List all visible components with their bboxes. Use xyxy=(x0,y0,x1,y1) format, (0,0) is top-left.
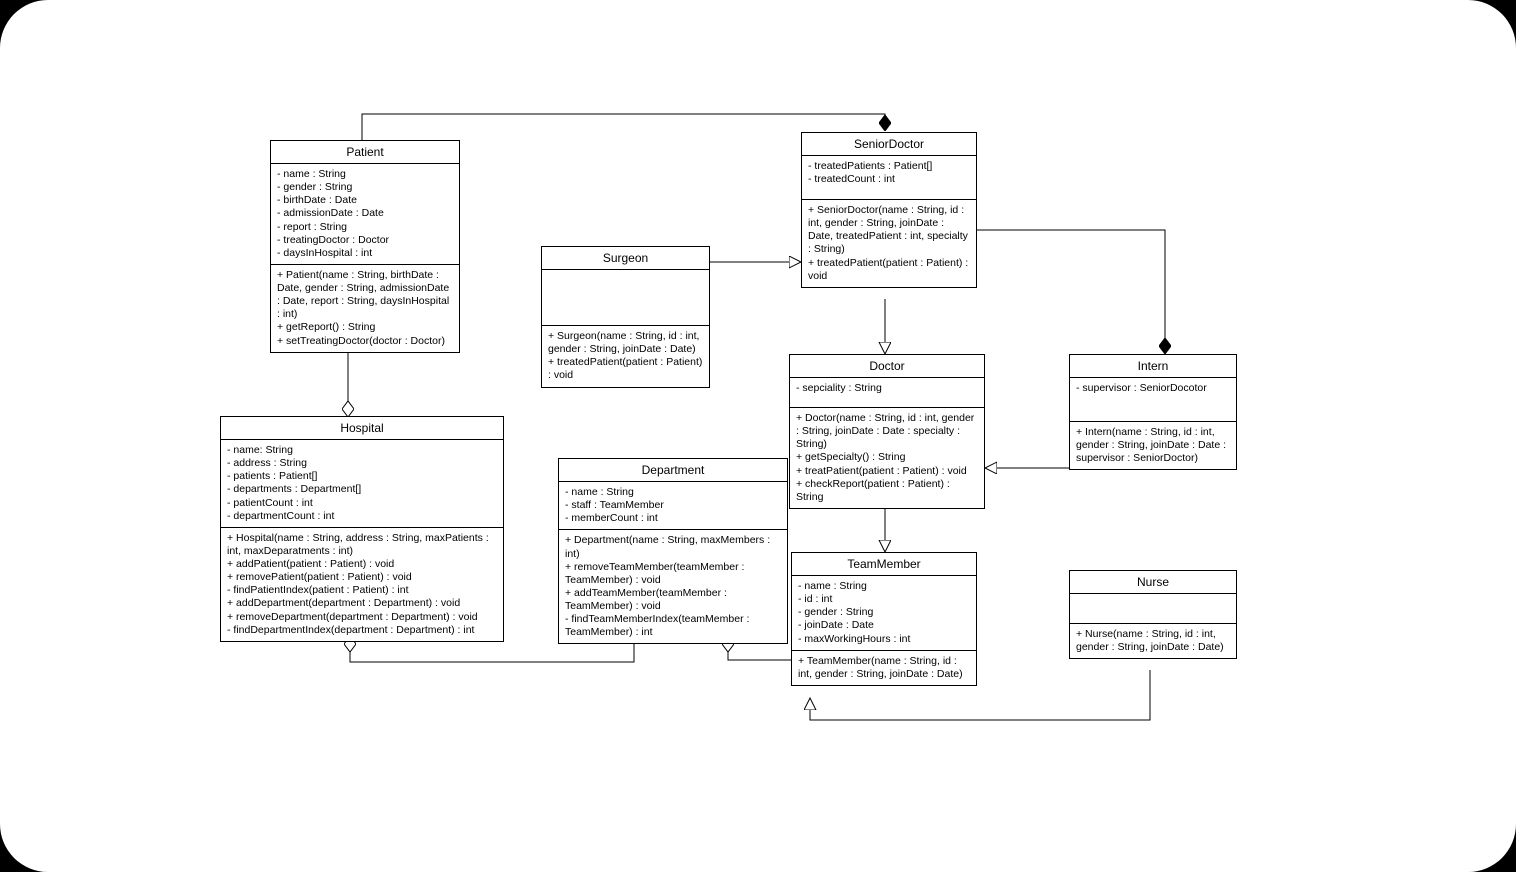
class-attrs: - treatedPatients : Patient[] - treatedC… xyxy=(802,156,976,200)
class-title: Nurse xyxy=(1070,571,1236,594)
class-intern[interactable]: Intern - supervisor : SeniorDocotor + In… xyxy=(1069,354,1237,470)
class-ops: + TeamMember(name : String, id : int, ge… xyxy=(792,651,976,685)
class-ops: + Department(name : String, maxMembers :… xyxy=(559,530,787,643)
class-attrs xyxy=(1070,594,1236,624)
class-title: Patient xyxy=(271,141,459,164)
class-title: Hospital xyxy=(221,417,503,440)
class-seniordoctor[interactable]: SeniorDoctor - treatedPatients : Patient… xyxy=(801,132,977,288)
class-hospital[interactable]: Hospital - name: String - address : Stri… xyxy=(220,416,504,642)
class-ops: + Surgeon(name : String, id : int, gende… xyxy=(542,326,709,387)
class-doctor[interactable]: Doctor - sepciality : String + Doctor(na… xyxy=(789,354,985,509)
diagram-canvas: Patient - name : String - gender : Strin… xyxy=(0,0,1516,872)
class-ops: + Doctor(name : String, id : int, gender… xyxy=(790,408,984,508)
class-ops: + Nurse(name : String, id : int, gender … xyxy=(1070,624,1236,658)
class-ops: + Intern(name : String, id : int, gender… xyxy=(1070,422,1236,469)
class-title: TeamMember xyxy=(792,553,976,576)
class-department[interactable]: Department - name : String - staff : Tea… xyxy=(558,458,788,644)
class-title: Department xyxy=(559,459,787,482)
class-title: Doctor xyxy=(790,355,984,378)
class-ops: + SeniorDoctor(name : String, id : int, … xyxy=(802,200,976,287)
class-teammember[interactable]: TeamMember - name : String - id : int - … xyxy=(791,552,977,686)
class-attrs xyxy=(542,270,709,326)
class-ops: + Patient(name : String, birthDate : Dat… xyxy=(271,265,459,352)
class-title: SeniorDoctor xyxy=(802,133,976,156)
class-attrs: - name : String - staff : TeamMember - m… xyxy=(559,482,787,530)
class-title: Surgeon xyxy=(542,247,709,270)
class-patient[interactable]: Patient - name : String - gender : Strin… xyxy=(270,140,460,353)
class-attrs: - name : String - gender : String - birt… xyxy=(271,164,459,265)
class-title: Intern xyxy=(1070,355,1236,378)
class-surgeon[interactable]: Surgeon + Surgeon(name : String, id : in… xyxy=(541,246,710,388)
class-nurse[interactable]: Nurse + Nurse(name : String, id : int, g… xyxy=(1069,570,1237,659)
class-attrs: - name: String - address : String - pati… xyxy=(221,440,503,528)
class-attrs: - sepciality : String xyxy=(790,378,984,408)
class-attrs: - name : String - id : int - gender : St… xyxy=(792,576,976,651)
class-attrs: - supervisor : SeniorDocotor xyxy=(1070,378,1236,422)
class-ops: + Hospital(name : String, address : Stri… xyxy=(221,528,503,641)
